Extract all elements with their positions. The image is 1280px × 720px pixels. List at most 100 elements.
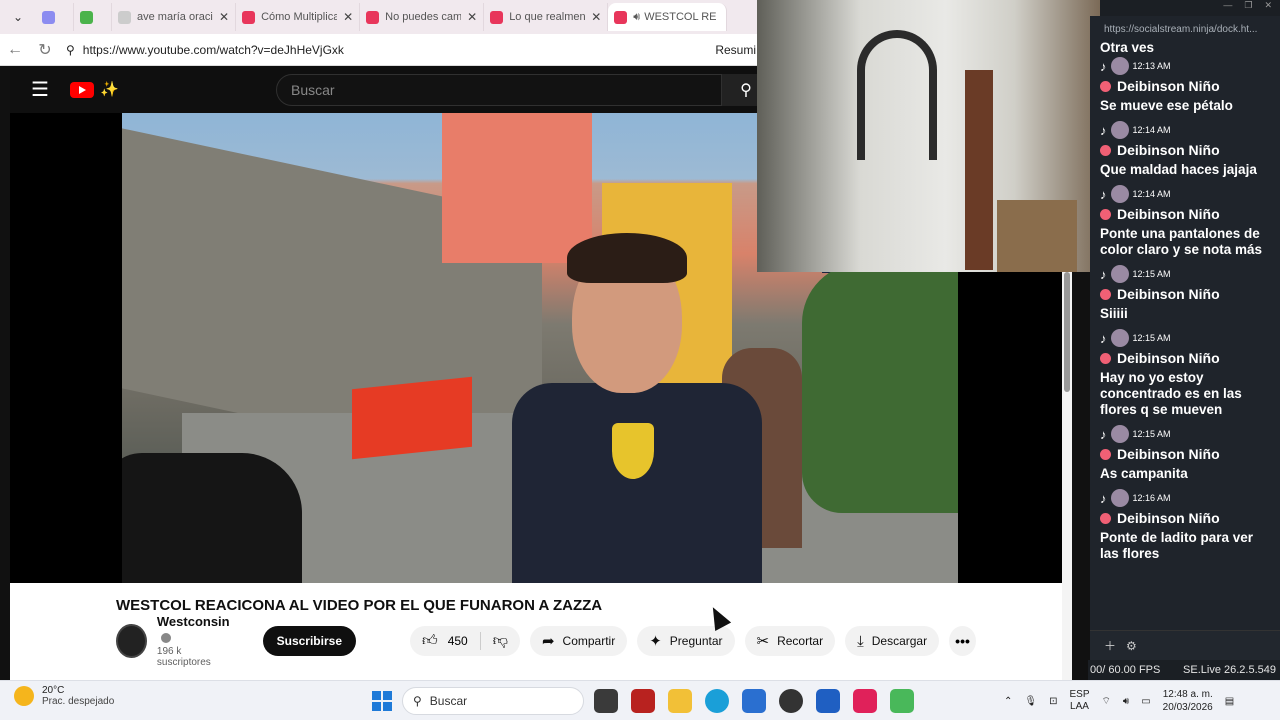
site-info-icon[interactable]: ⚲ [66,43,75,57]
app-icon[interactable] [631,689,655,713]
wifi-icon[interactable]: ⌔ [1102,695,1111,708]
close-icon[interactable]: ✕ [219,10,229,24]
tab-list-chevron-icon[interactable]: ⌄ [0,0,36,34]
notification-icon[interactable]: ▤ [1225,696,1234,707]
tiktok-icon: ♪ [1100,122,1107,138]
ask-label: Preguntar [669,634,723,648]
close-icon[interactable]: ✕ [591,10,601,24]
chat-message-meta: ♪ 12:14 AM [1090,120,1280,140]
like-count: 450 [447,634,468,648]
close-icon[interactable]: ✕ [1264,0,1272,16]
dislike-button[interactable]: 👎︎ [481,632,520,650]
clip-button[interactable]: ✂ Recortar [744,626,836,656]
tiktok-icon: ♪ [1100,266,1107,282]
clock[interactable]: 12:48 a. m. 20/03/2026 [1163,688,1213,714]
edge-icon[interactable] [705,689,729,713]
avatar [1110,425,1129,443]
address-bar-row: ← ↻ ⚲ https://www.youtube.com/watch?v=de… [0,34,760,66]
word-icon[interactable] [816,689,840,713]
chat-message-text: Otra ves [1100,40,1155,55]
browser-tab[interactable] [36,3,74,31]
badge-icon [1100,288,1111,300]
minimize-icon[interactable]: — [1223,0,1232,16]
weather-widget[interactable]: 20°C Prac. despejado [14,685,114,707]
ask-button[interactable]: ✦ Preguntar [637,626,735,656]
close-icon[interactable]: ✕ [467,10,477,24]
browser-tab[interactable]: ave maría oración ✕ [112,3,237,31]
channel-name[interactable]: Westconsin [157,614,230,629]
system-tray: ⌃ 🎙︎ ⊡ ESP LAA ⌔ 🔊︎ ▭ 12:48 a. m. 20/03/20… [1004,681,1234,720]
browser-tab[interactable]: Cómo Multiplicar ✕ [236,3,361,31]
tray-app-icon[interactable]: ⊡ [1049,696,1057,707]
tiktok-icon: ♪ [1100,426,1107,442]
download-button[interactable]: ⤓ Descargar [845,626,940,656]
chat-time: 12:15 AM [1132,429,1171,439]
presenter-crest [612,423,654,479]
tiktok-icon[interactable] [853,689,877,713]
browser-tab[interactable]: No puedes cambi ✕ [360,3,485,31]
app-icon[interactable] [890,689,914,713]
chat-message-meta: ♪ 12:14 AM [1090,184,1280,204]
reload-icon[interactable]: ↻ [30,40,60,60]
subscribe-button[interactable]: Suscribirse [262,626,356,656]
microphone-icon[interactable]: 🎙︎ [1024,696,1037,707]
chat-message-meta: ♪ 12:16 AM [1090,488,1280,508]
scrollbar-thumb[interactable] [1064,272,1070,392]
browser-tab[interactable]: Lo que realmente ✕ [484,3,609,31]
windows-start-icon[interactable] [372,691,392,711]
close-icon[interactable]: ✕ [343,10,353,24]
browser-tab[interactable] [74,3,112,31]
store-icon[interactable] [742,689,766,713]
chat-message-meta: ♪ 12:13 AM [1090,56,1280,76]
restore-icon[interactable]: ❐ [1244,0,1252,16]
file-explorer-icon[interactable] [668,689,692,713]
scene-plants [802,263,958,513]
chat-user: Deibinson Niño [1117,78,1220,94]
volume-icon[interactable]: 🔊︎ [1123,696,1129,707]
thumbs-up-icon: 👍︎ [422,632,438,649]
chat-message-text: Que maldad haces jajaja [1100,162,1257,177]
badge-icon [1100,448,1111,460]
search-input[interactable]: Buscar [276,74,722,106]
menu-icon[interactable]: ☰ [10,77,70,102]
gear-icon[interactable]: ⚙ [1126,639,1137,653]
chat-user: Deibinson Niño [1117,350,1220,366]
browser-tab-active[interactable]: 🔊︎ WESTCOL RE [608,3,728,31]
youtube-icon [242,10,256,24]
chat-user: Deibinson Niño [1117,510,1220,526]
battery-icon[interactable]: ▭ [1141,696,1150,707]
task-view-icon[interactable] [594,689,618,713]
webcam-shelf [997,200,1077,272]
chat-user: Deibinson Niño [1117,142,1220,158]
tab-label: WESTCOL RE [644,11,717,23]
chat-url: https://socialstream.ninja/dock.ht... [1100,16,1280,42]
channel-avatar[interactable] [116,624,147,658]
add-icon[interactable]: ＋ [1104,637,1116,654]
scene-car [122,453,302,583]
url-field[interactable]: ⚲ https://www.youtube.com/watch?v=deJhHe… [66,43,715,57]
more-actions-icon[interactable]: ••• [949,626,976,656]
url-text: https://www.youtube.com/watch?v=deJhHeVj… [82,42,344,57]
back-arrow-icon[interactable]: ← [0,41,30,59]
obs-icon[interactable] [779,689,803,713]
tiktok-icon: ♪ [1100,490,1107,506]
language-indicator[interactable]: ESP LAA [1069,689,1089,713]
webcam-gym-rack [857,30,937,160]
like-button[interactable]: 👍︎ 450 [410,632,481,650]
taskbar-search[interactable]: ⚲ Buscar [402,687,584,715]
chat-username: Deibinson Niño [1090,348,1280,368]
clock-time: 12:48 a. m. [1162,689,1213,700]
chat-username: Deibinson Niño [1090,444,1280,464]
fps-prefix: 00 [1090,664,1103,676]
page-scrollbar[interactable] [1062,266,1072,680]
doodle-icon[interactable]: ✨ [100,80,140,100]
clock-date: 20/03/2026 [1162,702,1213,713]
summarize-button[interactable]: Resumi [715,43,756,57]
chevron-up-icon[interactable]: ⌃ [1004,696,1012,707]
clip-label: Recortar [777,634,824,648]
youtube-logo-icon[interactable] [70,81,94,98]
video-title: WESTCOL REACICONA AL VIDEO POR EL QUE FU… [116,597,603,614]
presenter-shirt [512,383,762,583]
taskbar-apps [594,689,914,713]
share-button[interactable]: ➦ Compartir [529,626,628,656]
